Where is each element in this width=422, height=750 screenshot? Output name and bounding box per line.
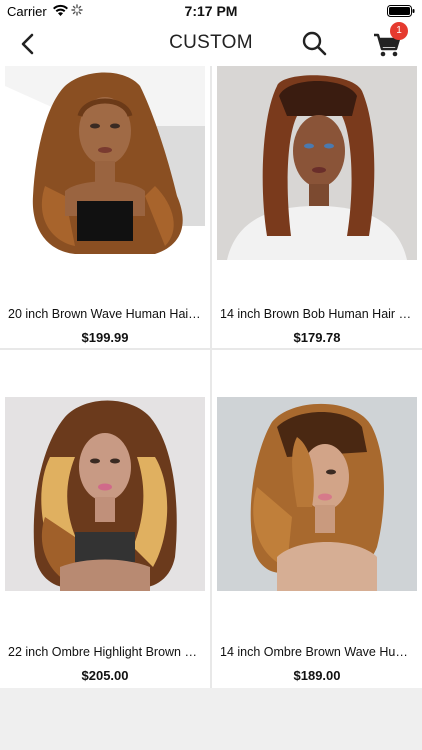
- product-image: [5, 397, 205, 591]
- product-image: [217, 397, 417, 591]
- product-grid: 20 inch Brown Wave Human Hair… $199.99 1…: [0, 66, 422, 688]
- wig-brown-wave-photo-icon: [5, 66, 205, 260]
- page-title: CUSTOM: [169, 32, 253, 53]
- product-card[interactable]: 14 inch Ombre Brown Wave Hum… $189.00: [212, 350, 422, 688]
- product-price: $205.00: [81, 668, 129, 683]
- status-bar: Carrier 7:17 PM: [0, 0, 422, 22]
- wig-brown-bob-photo-icon: [217, 66, 417, 260]
- wig-ombre-wave-photo-icon: [217, 397, 417, 591]
- product-price: $199.99: [81, 330, 129, 345]
- product-card[interactable]: 22 inch Ombre Highlight Brown W… $205.00: [0, 350, 210, 688]
- product-card[interactable]: 20 inch Brown Wave Human Hair… $199.99: [0, 66, 210, 348]
- search-icon[interactable]: [300, 29, 328, 57]
- battery-icon: [387, 5, 415, 17]
- wig-ombre-highlight-photo-icon: [5, 397, 205, 591]
- product-name: 20 inch Brown Wave Human Hair…: [8, 307, 202, 321]
- product-name: 14 inch Brown Bob Human Hair 1…: [220, 307, 414, 321]
- product-price: $179.78: [293, 330, 341, 345]
- status-time: 7:17 PM: [184, 3, 238, 19]
- product-card[interactable]: 14 inch Brown Bob Human Hair 1… $179.78: [212, 66, 422, 348]
- bottom-empty-area: [0, 688, 422, 750]
- product-price: $189.00: [293, 668, 341, 683]
- product-image: [217, 66, 417, 260]
- cart-count-badge: 1: [390, 22, 408, 40]
- product-image: [5, 66, 205, 260]
- product-name: 22 inch Ombre Highlight Brown W…: [8, 645, 202, 659]
- product-name: 14 inch Ombre Brown Wave Hum…: [220, 645, 414, 659]
- nav-bar: CUSTOM 1: [0, 22, 422, 66]
